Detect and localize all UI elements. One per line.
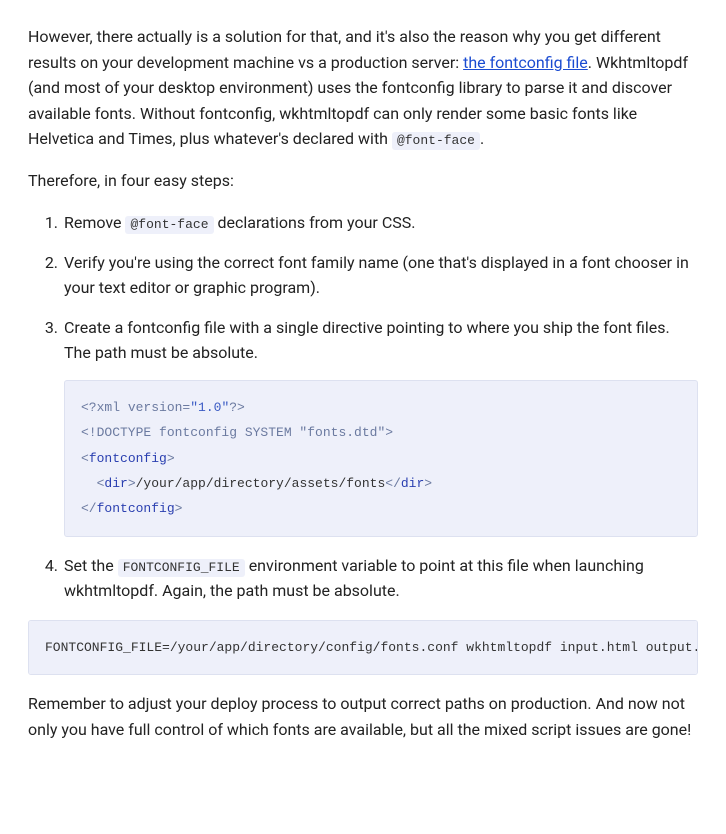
text: . — [480, 129, 484, 148]
paragraph-lead: Therefore, in four easy steps: — [28, 168, 698, 194]
list-item: Verify you're using the correct font fam… — [62, 250, 698, 301]
list-item: Create a fontconfig file with a single d… — [62, 315, 698, 537]
list-item: Remove @font-face declarations from your… — [62, 210, 698, 236]
code-block-xml: <?xml version="1.0"?> <!DOCTYPE fontconf… — [64, 380, 698, 537]
text: declarations from your CSS. — [214, 213, 416, 232]
list-item: Set the FONTCONFIG_FILE environment vari… — [62, 553, 698, 604]
text: Remove — [64, 213, 125, 232]
paragraph-intro: However, there actually is a solution fo… — [28, 24, 698, 152]
xml-decl: <?xml — [81, 400, 120, 415]
xml-doctype: <!DOCTYPE fontconfig SYSTEM "fonts.dtd"> — [81, 425, 393, 440]
command-text: FONTCONFIG_FILE=/your/app/directory/conf… — [45, 640, 698, 655]
code-block-command[interactable]: FONTCONFIG_FILE=/your/app/directory/conf… — [28, 620, 698, 675]
fontconfig-link[interactable]: the fontconfig file — [463, 53, 588, 72]
paragraph-outro: Remember to adjust your deploy process t… — [28, 691, 698, 742]
inline-code-fontface: @font-face — [392, 132, 480, 150]
text: Set the — [64, 556, 118, 575]
text: Create a fontconfig file with a single d… — [64, 318, 670, 363]
inline-code-fontface: @font-face — [125, 216, 213, 234]
steps-list: Remove @font-face declarations from your… — [28, 210, 698, 604]
inline-code-envvar: FONTCONFIG_FILE — [118, 559, 245, 577]
